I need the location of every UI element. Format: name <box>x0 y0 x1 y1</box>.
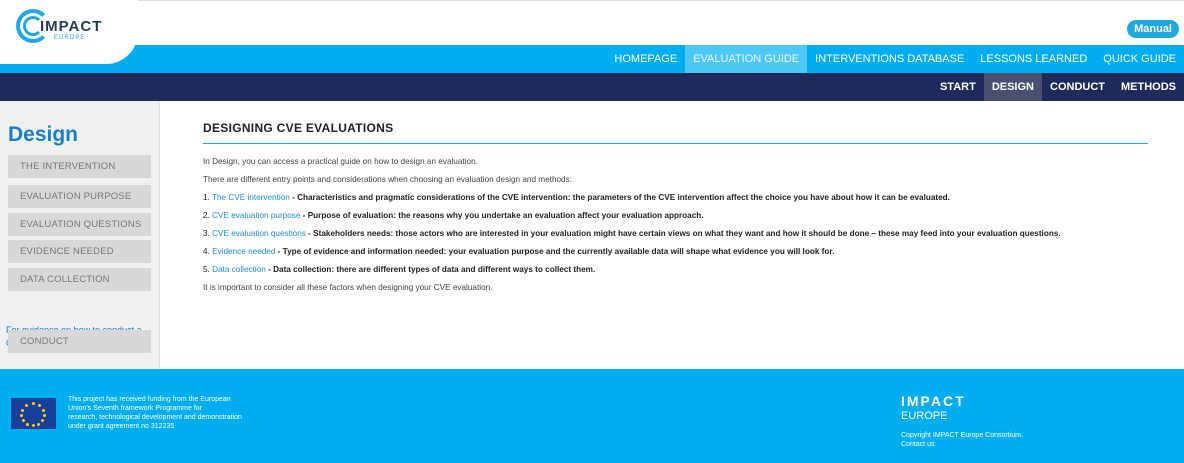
sidebar-title: Design <box>8 123 79 146</box>
footer-brand: IMPACT <box>901 393 966 409</box>
item-number: 5. <box>203 265 210 274</box>
sidebar-item-evaluation-purpose[interactable]: EVALUATION PURPOSE <box>8 185 151 208</box>
intro-text-2: There are different entry points and con… <box>203 175 572 184</box>
main-content: DESIGNING CVE EVALUATIONS In Design, you… <box>203 101 1148 292</box>
item-description: - Purpose of evaluation: the reasons why… <box>300 211 704 220</box>
funding-line: Union's Seventh framework Programme for <box>68 405 202 412</box>
item-number: 4. <box>203 247 210 256</box>
item-description: - Type of evidence and information neede… <box>275 247 835 256</box>
footer-copyright-block: Copyright IMPACT Europe Consortium. Cont… <box>901 431 1023 449</box>
funding-line: under grant agreement no 312235 <box>68 423 175 430</box>
nav-quick-guide[interactable]: QUICK GUIDE <box>1095 45 1184 73</box>
sidebar-item-evaluation-questions[interactable]: EVALUATION QUESTIONS <box>8 213 151 236</box>
intro-text: In Design, you can access a practical gu… <box>203 157 478 166</box>
item-number: 1. <box>203 193 210 202</box>
nav-lessons-learned[interactable]: LESSONS LEARNED <box>972 45 1095 73</box>
copyright-text: Copyright IMPACT Europe Consortium. <box>901 432 1023 439</box>
link-cve-intervention[interactable]: The CVE intervention <box>212 193 290 202</box>
page-title: DESIGNING CVE EVALUATIONS <box>203 121 1148 144</box>
sidebar: Design THE INTERVENTION EVALUATION PURPO… <box>0 101 160 369</box>
sidebar-item-evidence-needed[interactable]: EVIDENCE NEEDED <box>8 240 151 263</box>
list-item: 4. Evidence needed - Type of evidence an… <box>203 247 1148 256</box>
link-evidence-needed[interactable]: Evidence needed <box>212 247 275 256</box>
list-item: 3. CVE evaluation questions - Stakeholde… <box>203 229 1148 238</box>
item-description: - Characteristics and pragmatic consider… <box>289 193 950 202</box>
logo-text: IMPACT <box>40 18 103 35</box>
list-item: 2. CVE evaluation purpose - Purpose of e… <box>203 211 1148 220</box>
funding-line: This project has received funding from t… <box>68 396 231 403</box>
item-description: - Stakeholders needs: those actors who a… <box>305 229 1061 238</box>
list-item: 1. The CVE intervention - Characteristic… <box>203 193 1148 202</box>
footer: This project has received funding from t… <box>0 369 1184 463</box>
footer-brand-sub: EUROPE <box>901 410 948 422</box>
link-data-collection[interactable]: Data collection <box>212 265 266 274</box>
link-cve-evaluation-purpose[interactable]: CVE evaluation purpose <box>212 211 300 220</box>
manual-button[interactable]: Manual <box>1127 20 1179 38</box>
subnav-start[interactable]: START <box>932 73 984 101</box>
contact-link[interactable]: Contact us <box>901 440 1023 449</box>
sidebar-item-the-intervention[interactable]: THE INTERVENTION <box>8 155 151 178</box>
list-item: 5. Data collection - Data collection: th… <box>203 265 1148 274</box>
sidebar-item-data-collection[interactable]: DATA COLLECTION <box>8 268 151 291</box>
nav-interventions-database[interactable]: INTERVENTIONS DATABASE <box>807 45 972 73</box>
item-description: - Data collection: there are different t… <box>265 265 596 274</box>
nav-homepage[interactable]: HOMEPAGE <box>606 45 685 73</box>
subnav-methods[interactable]: METHODS <box>1113 73 1184 101</box>
logo[interactable]: IMPACT EUROPE <box>0 0 138 64</box>
top-bar <box>0 0 1184 45</box>
main-nav: HOMEPAGE EVALUATION GUIDE INTERVENTIONS … <box>0 45 1184 73</box>
subnav-conduct[interactable]: CONDUCT <box>1042 73 1113 101</box>
funding-line: research, technological development and … <box>68 414 242 421</box>
funding-statement: This project has received funding from t… <box>68 395 328 431</box>
item-number: 2. <box>203 211 210 220</box>
item-number: 3. <box>203 229 210 238</box>
closing-text: It is important to consider all these fa… <box>203 283 493 292</box>
link-cve-evaluation-questions[interactable]: CVE evaluation questions <box>212 229 306 238</box>
logo-subtext: EUROPE <box>54 35 86 41</box>
sub-nav: START DESIGN CONDUCT METHODS <box>0 73 1184 101</box>
eu-flag-icon <box>11 398 56 429</box>
subnav-design[interactable]: DESIGN <box>983 73 1042 101</box>
nav-evaluation-guide[interactable]: EVALUATION GUIDE <box>685 45 808 73</box>
sidebar-conduct-button[interactable]: CONDUCT <box>8 330 151 353</box>
